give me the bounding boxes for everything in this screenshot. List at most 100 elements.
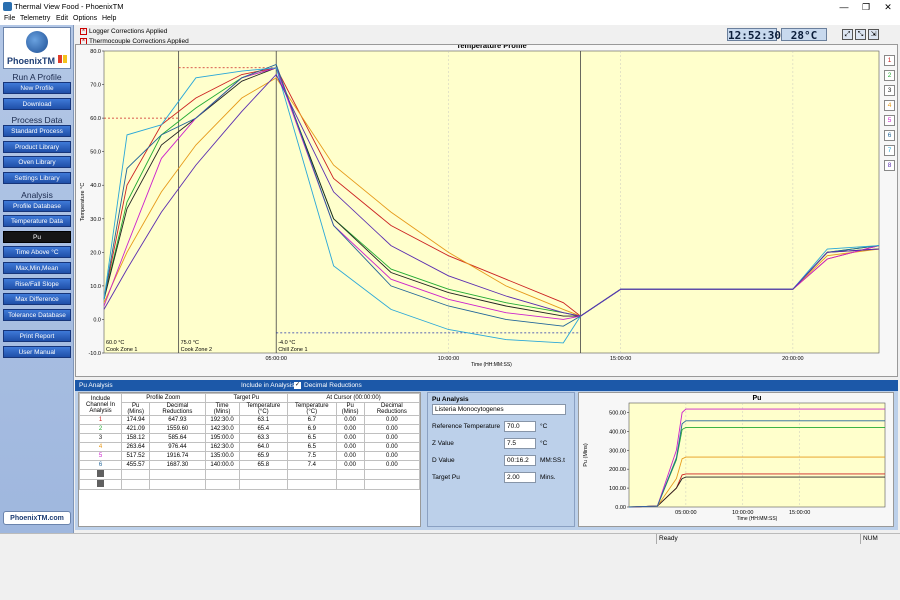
y-tick-label: 100.00	[609, 486, 626, 492]
chart-options-icon[interactable]: ⤡	[855, 29, 866, 40]
y-tick-label: -10.0	[88, 351, 101, 357]
col-decimal: Decimal Reductions	[149, 402, 206, 416]
decimal-reductions-label: Decimal Reductions	[304, 382, 362, 389]
col-temperature: Temperature (°C)	[238, 402, 289, 416]
phoenix-logo: PhoenixTM	[3, 27, 71, 69]
menu-help[interactable]: Help	[102, 15, 116, 22]
menu-file[interactable]: File	[4, 15, 15, 22]
col-cursor-decimal: Decimal Reductions	[363, 402, 421, 416]
sidebar-button-profile-database[interactable]: Profile Database	[3, 199, 71, 212]
group-at-cursor: At Cursor (00:00:00)	[287, 393, 420, 403]
table-cell: 0.00	[363, 424, 421, 434]
table-cell	[149, 479, 206, 490]
status-num: NUM	[860, 534, 900, 544]
channel-button-4[interactable]: 4	[884, 100, 895, 111]
phoenixtm-link[interactable]: PhoenixTM.com	[3, 511, 71, 525]
table-cell	[363, 479, 421, 490]
target-pu-field[interactable]: 2.00	[504, 472, 536, 483]
table-cell: 0.00	[335, 442, 365, 452]
minimize-button[interactable]: —	[838, 1, 850, 13]
col-cursor-pu: Pu (Mins)	[335, 402, 365, 416]
z-value-label: Z Value	[432, 440, 454, 447]
logger-corrections-checkbox[interactable]: ×	[80, 28, 87, 35]
sidebar-button-settings-library[interactable]: Settings Library	[3, 172, 71, 184]
table-cell[interactable]	[79, 479, 122, 490]
channel-button-1[interactable]: 1	[884, 55, 895, 66]
menu-options[interactable]: Options	[73, 15, 97, 22]
channel-button-3[interactable]: 3	[884, 85, 895, 96]
table-cell[interactable]	[79, 469, 122, 480]
sidebar-button-max-difference[interactable]: Max Difference	[3, 293, 71, 306]
sidebar-button-max-min-mean[interactable]: Max,Min,Mean	[3, 262, 71, 274]
table-cell	[287, 479, 337, 490]
table-cell: 0.00	[335, 415, 365, 425]
channel-button-7[interactable]: 7	[884, 145, 895, 156]
decimal-reductions-checkbox[interactable]: ✓	[294, 382, 301, 389]
table-cell: 0.00	[335, 433, 365, 443]
logo-square-red	[58, 55, 62, 63]
menu-edit[interactable]: Edit	[56, 15, 68, 22]
temperature-profile-chart[interactable]: Temperature Profile -10.0 0.0 10.0 20.0 30.0 4…	[76, 45, 881, 376]
ref-temp-unit: °C	[540, 423, 548, 430]
pu-chart[interactable]: Pu 0.00 100.00 200.00 300.00 400.00 500.00 05:0…	[579, 393, 893, 526]
table-cell: 1916.74	[149, 451, 206, 461]
sidebar-button-rise-fall-slope[interactable]: Rise/Fall Slope	[3, 277, 71, 290]
ref-temp-field[interactable]: 70.0	[504, 421, 536, 432]
table-cell	[363, 469, 421, 480]
channel-button-6[interactable]: 6	[884, 130, 895, 141]
channel-toggle-icon[interactable]	[97, 470, 104, 477]
channel-button-2[interactable]: 2	[884, 70, 895, 81]
maximize-button[interactable]: ❐	[860, 1, 872, 13]
table-row[interactable]: 1 174.94 647.93 192:30.0 63.1 6.7 0.00 0.00	[79, 415, 421, 425]
table-cell: 455.57	[120, 460, 151, 470]
table-cell: 263.64	[120, 442, 151, 452]
pu-analysis-header: Pu Analysis Include in Analysis: ✓ Decim…	[75, 380, 898, 391]
table-row[interactable]: 5 517.52 1916.74 135:00.0 65.9 7.5 0.00 0.00	[79, 451, 421, 461]
sidebar-button-product-library[interactable]: Product Library	[3, 140, 71, 153]
channel-button-8[interactable]: 8	[884, 160, 895, 171]
table-cell: 6.5	[287, 433, 337, 443]
sidebar-button-user-manual[interactable]: User Manual	[3, 346, 71, 358]
table-cell: 1687.30	[149, 460, 206, 470]
d-value-field[interactable]: 00:16.2	[504, 455, 536, 466]
y-tick-label: 50.0	[90, 150, 101, 156]
table-row[interactable]: 4 263.64 976.44 162:30.0 64.0 6.5 0.00 0.00	[79, 442, 421, 452]
sidebar-button-pu[interactable]: Pu	[3, 230, 71, 243]
organism-field[interactable]: Listeria Monocytogenes	[432, 404, 566, 415]
y-tick-label: 200.00	[609, 467, 626, 473]
channel-toggle-icon[interactable]	[97, 480, 104, 487]
table-cell	[204, 479, 240, 490]
table-cell: 585.64	[149, 433, 206, 443]
chart-zoom-icon[interactable]: ⤢	[842, 29, 853, 40]
close-button[interactable]: ✕	[882, 1, 894, 13]
sidebar-button-new-profile[interactable]: New Profile	[3, 82, 71, 94]
x-axis-label: Time (HH:MM:SS)	[471, 362, 512, 368]
z-value-field[interactable]: 7.5	[504, 438, 536, 449]
x-tick-label: 05:00:00	[675, 510, 696, 516]
table-cell: 158.12	[120, 433, 151, 443]
menu-telemetry[interactable]: Telemetry	[20, 15, 50, 22]
table-row[interactable]: 2 421.09 1559.60 142:30.0 65.4 6.9 0.00 0.00	[79, 424, 421, 434]
sidebar-button-download[interactable]: Download	[3, 97, 71, 110]
table-row[interactable]: 3 158.12 585.64 195:00.0 63.3 6.5 0.00 0.00	[79, 433, 421, 443]
y-axis-label: Temperature °C	[80, 183, 86, 222]
sidebar-button-standard-process[interactable]: Standard Process	[3, 125, 71, 138]
x-tick-label: 10:00:00	[438, 356, 459, 362]
table-row[interactable]: 6 455.57 1687.30 140:00.0 65.8 7.4 0.00 0.00	[79, 460, 421, 470]
sidebar-button-print-report[interactable]: Print Report	[3, 330, 71, 343]
sidebar-button-oven-library[interactable]: Oven Library	[3, 156, 71, 169]
group-target-pu: Target Pu	[204, 393, 289, 403]
sidebar-button-tolerance-database[interactable]: Tolerance Database	[3, 308, 71, 321]
d-value-unit: MM:SS.t	[540, 457, 565, 464]
table-cell: 647.93	[149, 415, 206, 425]
chart-export-icon[interactable]: ⇲	[868, 29, 879, 40]
channel-button-5[interactable]: 5	[884, 115, 895, 126]
pu-analysis-title: Pu Analysis	[79, 382, 113, 389]
table-cell	[238, 469, 289, 480]
sidebar-button-time-above-c[interactable]: Time Above °C	[3, 246, 71, 259]
table-cell: 64.0	[238, 442, 289, 452]
table-cell: 63.3	[238, 433, 289, 443]
sidebar-button-temperature-data[interactable]: Temperature Data	[3, 215, 71, 228]
pu-chart-panel: Pu 0.00 100.00 200.00 300.00 400.00 500.00 05:0…	[578, 392, 894, 527]
include-in-analysis-label: Include in Analysis:	[241, 382, 297, 389]
